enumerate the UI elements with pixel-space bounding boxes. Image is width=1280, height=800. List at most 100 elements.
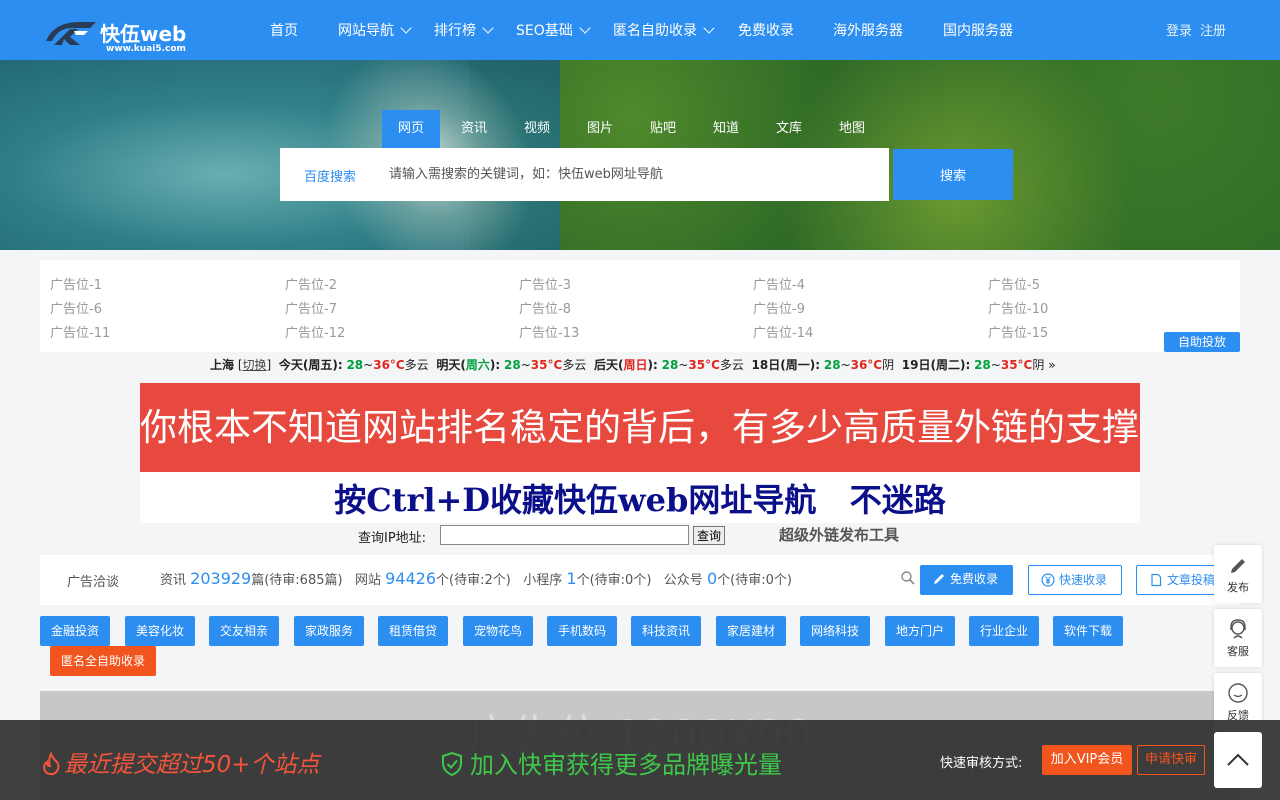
nav-domestic-servers[interactable]: 国内服务器 bbox=[943, 20, 1013, 40]
tab-video[interactable]: 视频 bbox=[513, 110, 561, 148]
weather-low: 28 bbox=[661, 358, 679, 372]
apply-fast-review-button[interactable]: 申请快审 bbox=[1137, 745, 1205, 775]
tab-wenku[interactable]: 文库 bbox=[765, 110, 813, 148]
nav-site-directory[interactable]: 网站导航 bbox=[338, 20, 412, 40]
ad-slot[interactable]: 广告位-2 bbox=[285, 274, 337, 293]
weather-city: 上海 bbox=[210, 358, 235, 372]
nav-anonymous-submit[interactable]: 匿名自助收录 bbox=[613, 20, 715, 40]
fast-submit-button[interactable]: 快速收录 bbox=[1028, 565, 1122, 595]
tab-images[interactable]: 图片 bbox=[576, 110, 624, 148]
stat-count: 1 bbox=[566, 569, 577, 588]
login-link[interactable]: 登录 bbox=[1166, 20, 1192, 39]
ad-slot[interactable]: 广告位-9 bbox=[753, 298, 805, 317]
search-input[interactable] bbox=[380, 148, 880, 201]
ad-slot[interactable]: 广告位-10 bbox=[988, 298, 1048, 317]
smile-icon bbox=[1228, 683, 1248, 703]
join-vip-button[interactable]: 加入VIP会员 bbox=[1042, 745, 1132, 775]
ad-slot[interactable]: 广告位-13 bbox=[519, 322, 579, 341]
anonymous-submit-button[interactable]: 匿名全自助收录 bbox=[50, 646, 156, 676]
nav-seo-basics[interactable]: SEO基础 bbox=[516, 20, 591, 40]
tab-map[interactable]: 地图 bbox=[828, 110, 876, 148]
float-service-button[interactable]: 客服 bbox=[1214, 609, 1262, 667]
back-to-top-button[interactable] bbox=[1214, 732, 1262, 788]
category-mobile[interactable]: 手机数码 bbox=[547, 616, 617, 646]
stat-name: 公众号 bbox=[663, 573, 703, 588]
double-chevron-right-icon[interactable]: » bbox=[1048, 358, 1055, 372]
search-engine-label[interactable]: 百度搜索 bbox=[304, 166, 356, 185]
recent-submissions-notice: 最近提交超过50+个站点 bbox=[40, 745, 320, 779]
category-beauty[interactable]: 美容化妆 bbox=[125, 616, 195, 646]
category-pets[interactable]: 宠物花鸟 bbox=[463, 616, 533, 646]
tab-news[interactable]: 资讯 bbox=[450, 110, 498, 148]
tab-web[interactable]: 网页 bbox=[382, 110, 440, 148]
headset-icon bbox=[1230, 619, 1246, 639]
weather-day-label-end: ): bbox=[489, 358, 501, 372]
weather-weekend: 周六 bbox=[465, 358, 490, 372]
ad-grid: 广告位-1 广告位-2 广告位-3 广告位-4 广告位-5 广告位-6 广告位-… bbox=[40, 260, 1240, 352]
chevron-down-icon bbox=[579, 22, 591, 34]
ad-slot[interactable]: 广告位-14 bbox=[753, 322, 813, 341]
category-local-portals[interactable]: 地方门户 bbox=[885, 616, 955, 646]
category-industry[interactable]: 行业企业 bbox=[969, 616, 1039, 646]
ad-slot[interactable]: 广告位-8 bbox=[519, 298, 571, 317]
ad-slot[interactable]: 广告位-5 bbox=[988, 274, 1040, 293]
backlink-tool-link[interactable]: 超级外链发布工具 bbox=[779, 524, 899, 545]
category-software[interactable]: 软件下载 bbox=[1053, 616, 1123, 646]
chevron-up-icon bbox=[1227, 753, 1249, 766]
ad-slot[interactable]: 广告位-7 bbox=[285, 298, 337, 317]
pencil-icon bbox=[1231, 559, 1245, 573]
weather-cond: 阴 bbox=[1032, 358, 1045, 372]
weather-high: 36°C bbox=[850, 358, 883, 372]
shield-check-icon bbox=[442, 751, 462, 777]
stat-name: 资讯 bbox=[160, 573, 187, 588]
category-tech-news[interactable]: 科技资讯 bbox=[631, 616, 701, 646]
category-dating[interactable]: 交友相亲 bbox=[209, 616, 279, 646]
search-icon[interactable] bbox=[900, 570, 916, 586]
weather-bar: 上海 [切换] 今天(周五): 28~36°C多云 明天(周六): 28~35°… bbox=[210, 358, 1056, 372]
category-lending[interactable]: 租赁借贷 bbox=[378, 616, 448, 646]
nav-overseas-servers[interactable]: 海外服务器 bbox=[833, 20, 903, 40]
category-network-tech[interactable]: 网络科技 bbox=[800, 616, 870, 646]
nav-free-submit[interactable]: 免费收录 bbox=[738, 20, 794, 40]
ad-slot[interactable]: 广告位-11 bbox=[50, 322, 110, 341]
review-method-label: 快速审核方式: bbox=[940, 756, 1023, 771]
fast-review-notice: 加入快审获得更多品牌曝光量 bbox=[440, 745, 782, 780]
ad-slot[interactable]: 广告位-3 bbox=[519, 274, 571, 293]
weather-low: 28 bbox=[346, 358, 364, 372]
tab-zhidao[interactable]: 知道 bbox=[702, 110, 750, 148]
weather-day-label-end: ): bbox=[647, 358, 658, 372]
float-publish-button[interactable]: 发布 bbox=[1214, 545, 1262, 603]
free-submit-button[interactable]: 免费收录 bbox=[920, 565, 1013, 595]
weather-high: 35°C bbox=[688, 358, 720, 372]
ad-slot[interactable]: 广告位-4 bbox=[753, 274, 805, 293]
promo-banner-backlinks[interactable]: 你根本不知道网站排名稳定的背后，有多少高质量外链的支撑！ bbox=[140, 383, 1140, 472]
ad-slot[interactable]: 广告位-12 bbox=[285, 322, 345, 341]
self-service-ad-button[interactable]: 自助投放 bbox=[1164, 332, 1240, 352]
stat-unit: 篇(待审:685篇) bbox=[251, 573, 343, 588]
register-link[interactable]: 注册 bbox=[1200, 20, 1226, 39]
bottom-notice-bar: 最近提交超过50+个站点 加入快审获得更多品牌曝光量 快速审核方式: 加入VIP… bbox=[0, 720, 1280, 800]
ip-query-button[interactable]: 查询 bbox=[693, 526, 725, 545]
weather-switch-link[interactable]: 切换 bbox=[243, 358, 267, 372]
promo-banner-bookmark[interactable]: 按Ctrl+D收藏快伍web网址导航 不迷路 bbox=[140, 472, 1140, 523]
nav-ranking[interactable]: 排行榜 bbox=[434, 20, 494, 40]
category-housekeeping[interactable]: 家政服务 bbox=[294, 616, 364, 646]
site-logo[interactable]: 快伍web www.kuai5.com bbox=[40, 17, 190, 57]
stat-unit: 个(待审:2个) bbox=[436, 573, 511, 588]
float-label: 发布 bbox=[1227, 581, 1249, 594]
stat-name: 小程序 bbox=[523, 573, 563, 588]
category-finance[interactable]: 金融投资 bbox=[40, 616, 110, 646]
weather-low: 28 bbox=[504, 358, 521, 372]
weather-high: 35°C bbox=[1000, 358, 1033, 372]
ad-slot[interactable]: 广告位-15 bbox=[988, 322, 1048, 341]
ip-query-input[interactable] bbox=[440, 525, 689, 545]
tab-tieba[interactable]: 贴吧 bbox=[639, 110, 687, 148]
nav-home[interactable]: 首页 bbox=[270, 20, 298, 40]
category-home-building[interactable]: 家居建材 bbox=[716, 616, 786, 646]
weather-day-label: 18日(周一): bbox=[751, 358, 821, 372]
stat-unit: 个(待审:0个) bbox=[576, 573, 652, 588]
search-button[interactable]: 搜索 bbox=[893, 149, 1013, 200]
ad-slot[interactable]: 广告位-6 bbox=[50, 298, 102, 317]
ad-slot[interactable]: 广告位-1 bbox=[50, 274, 102, 293]
ad-contact-label[interactable]: 广告洽谈 bbox=[67, 571, 119, 590]
